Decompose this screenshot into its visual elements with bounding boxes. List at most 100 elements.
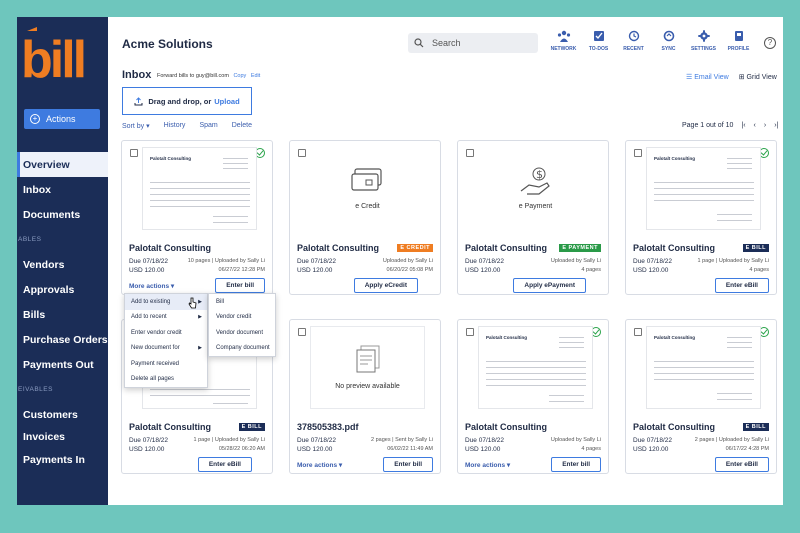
prev-page-icon[interactable]: ‹: [754, 122, 756, 129]
more-actions-label: More actions: [465, 462, 506, 469]
history-link[interactable]: History: [164, 122, 186, 130]
submenu-item-vendor-credit[interactable]: Vendor credit: [209, 310, 275, 326]
enter-ebill-button[interactable]: Enter eBill: [197, 457, 252, 472]
amount: USD 120.00: [465, 446, 501, 453]
search-input[interactable]: Search: [408, 33, 538, 53]
document-thumbnail[interactable]: Palotalt Consulting: [646, 326, 761, 409]
sidebar-item-documents[interactable]: Documents: [17, 202, 108, 227]
document-card[interactable]: No preview available 378505383.pdf Due 0…: [289, 319, 441, 474]
document-thumbnail[interactable]: e Credit: [310, 147, 425, 230]
more-actions-dropdown[interactable]: More actions ▾: [129, 282, 174, 290]
document-thumbnail[interactable]: Palotalt Consulting: [646, 147, 761, 230]
delete-link[interactable]: Delete: [232, 122, 252, 130]
add-to-existing-submenu: Bill Vendor credit Vendor document Compa…: [208, 293, 276, 357]
document-thumbnail[interactable]: No preview available: [310, 326, 425, 409]
sidebar-section-receivables: EIVABLES: [18, 386, 53, 393]
sidebar-item-payments-in[interactable]: Payments In: [17, 447, 108, 472]
email-view-link[interactable]: ☰ Email View: [686, 73, 729, 81]
next-page-icon[interactable]: ›: [764, 122, 766, 129]
sidebar-item-customers[interactable]: Customers: [17, 402, 108, 427]
page-count: 4 pages: [581, 267, 601, 273]
enter-ebill-button[interactable]: Enter eBill: [714, 278, 769, 293]
card-checkbox[interactable]: [298, 149, 306, 157]
card-checkbox[interactable]: [298, 328, 306, 336]
sidebar-item-payments-out[interactable]: Payments Out: [17, 352, 108, 377]
last-page-icon[interactable]: ›|: [774, 122, 778, 129]
enter-bill-button[interactable]: Enter bill: [383, 457, 433, 472]
vendor-name: Palotalt Consulting: [465, 243, 547, 253]
sidebar-item-purchase-orders[interactable]: Purchase Orders: [17, 327, 108, 352]
spam-link[interactable]: Spam: [199, 122, 217, 130]
menu-item-delete-all-pages[interactable]: Delete all pages: [125, 372, 207, 388]
card-checkbox[interactable]: [466, 328, 474, 336]
document-card[interactable]: Palotalt Consulting Palotalt Consulting …: [121, 140, 273, 295]
upload-info: 2 pages | Uploaded by Sally Li: [694, 437, 769, 443]
recent-button[interactable]: RECENT: [616, 29, 651, 52]
enter-bill-button[interactable]: Enter bill: [215, 278, 265, 293]
sort-label: Sort by: [122, 123, 145, 130]
card-checkbox[interactable]: [634, 328, 642, 336]
sort-by-dropdown[interactable]: Sort by ▾: [122, 122, 150, 130]
edit-link[interactable]: Edit: [251, 73, 260, 79]
enter-bill-button[interactable]: Enter bill: [551, 457, 601, 472]
profile-button[interactable]: PROFILE: [721, 29, 756, 52]
vendor-name: Palotalt Consulting: [129, 422, 211, 432]
todos-button[interactable]: TO-DOS: [581, 29, 616, 52]
upload-dropzone[interactable]: Drag and drop, or Upload: [122, 87, 252, 115]
upload-date: 05/28/22 06:20 AM: [218, 446, 265, 452]
grid-view-link[interactable]: ⊞ Grid View: [739, 73, 777, 81]
sidebar-item-approvals[interactable]: Approvals: [17, 277, 108, 302]
document-thumbnail[interactable]: Palotalt Consulting: [142, 147, 257, 230]
card-checkbox[interactable]: [634, 149, 642, 157]
apply-epayment-button[interactable]: Apply ePayment: [513, 278, 586, 293]
card-checkbox[interactable]: [466, 149, 474, 157]
sidebar-item-bills[interactable]: Bills: [17, 302, 108, 327]
apply-ecredit-button[interactable]: Apply eCredit: [353, 278, 418, 293]
first-page-icon[interactable]: |‹: [741, 122, 745, 129]
menu-item-new-document-for[interactable]: New document for ▶: [125, 341, 207, 357]
actions-button[interactable]: + Actions: [24, 109, 100, 129]
sender: Sent by Sally Li: [395, 437, 433, 443]
settings-button[interactable]: SETTINGS: [686, 29, 721, 52]
recent-icon: [627, 29, 641, 43]
profile-icon: [732, 29, 746, 43]
thumb-doc-title: Palotalt Consulting: [486, 335, 527, 340]
amount: USD 120.00: [633, 446, 669, 453]
sidebar-section-payables: ABLES: [18, 236, 42, 243]
network-label: NETWORK: [550, 46, 577, 52]
network-button[interactable]: NETWORK: [546, 29, 581, 52]
copy-link[interactable]: Copy: [233, 73, 246, 79]
document-card[interactable]: Palotalt Consulting Palotalt Consulting …: [625, 319, 777, 474]
upload-link[interactable]: Upload: [214, 97, 239, 106]
payment-hand-icon: $: [520, 167, 550, 195]
todos-label: TO-DOS: [588, 46, 609, 52]
sync-button[interactable]: SYNC: [651, 29, 686, 52]
svg-text:bill: bill: [21, 31, 84, 87]
sidebar-item-vendors[interactable]: Vendors: [17, 252, 108, 277]
document-card[interactable]: Palotalt Consulting Palotalt Consulting …: [625, 140, 777, 295]
upload-date: 06/20/22 05:08 PM: [386, 267, 433, 273]
enter-ebill-button[interactable]: Enter eBill: [714, 457, 769, 472]
upload-info: 10 pages | Uploaded by Sally Li: [187, 258, 265, 264]
menu-item-enter-vendor-credit[interactable]: Enter vendor credit: [125, 325, 207, 341]
menu-item-add-to-recent[interactable]: Add to recent ▶: [125, 310, 207, 326]
card-checkbox[interactable]: [130, 149, 138, 157]
pagination: Page 1 out of 10 |‹ ‹ › ›|: [682, 122, 778, 129]
document-card[interactable]: e Credit Palotalt Consulting E CREDIT Du…: [289, 140, 441, 295]
menu-item-payment-received[interactable]: Payment received: [125, 356, 207, 372]
document-thumbnail[interactable]: Palotalt Consulting: [478, 326, 593, 409]
more-actions-dropdown[interactable]: More actions ▾: [297, 461, 342, 469]
help-icon[interactable]: ?: [764, 37, 776, 49]
sidebar-item-overview[interactable]: Overview: [17, 152, 108, 177]
more-actions-dropdown[interactable]: More actions ▾: [465, 461, 510, 469]
document-card[interactable]: Palotalt Consulting Palotalt Consulting …: [457, 319, 609, 474]
submenu-item-bill[interactable]: Bill: [209, 294, 275, 310]
company-name[interactable]: Acme Solutions: [122, 37, 213, 51]
sidebar-item-inbox[interactable]: Inbox: [17, 177, 108, 202]
document-thumbnail[interactable]: $ e Payment: [478, 147, 593, 230]
sidebar-item-invoices[interactable]: Invoices: [17, 427, 108, 447]
submenu-item-company-document[interactable]: Company document: [209, 341, 275, 357]
menu-label: Enter vendor credit: [131, 329, 182, 336]
document-card[interactable]: $ e Payment Palotalt Consulting E PAYMEN…: [457, 140, 609, 295]
submenu-item-vendor-document[interactable]: Vendor document: [209, 325, 275, 341]
